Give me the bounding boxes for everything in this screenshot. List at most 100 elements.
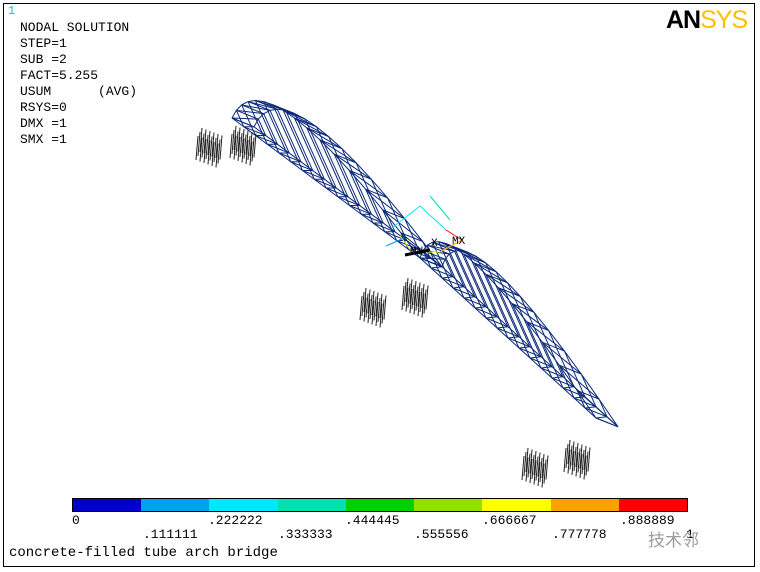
legend-top-label: .222222: [208, 513, 263, 528]
hotspot-edge: [419, 205, 447, 231]
legend-segment: [414, 499, 483, 511]
support-arrow: [545, 455, 549, 480]
legend-bottom-label: .333333: [278, 527, 333, 542]
deck-member: [463, 297, 476, 309]
arch-rib: [241, 101, 249, 106]
support-arrow: [229, 133, 233, 159]
support-arrow: [415, 286, 419, 311]
support-arrow: [247, 135, 251, 161]
deck-member: [507, 337, 520, 349]
deck-diagonal: [518, 346, 531, 349]
support-arrow: [365, 293, 369, 318]
legend-segment: [618, 499, 687, 511]
arch-bridge-mesh: [231, 100, 619, 428]
legend-segment: [277, 499, 346, 511]
support-arrow: [205, 134, 209, 160]
support-arrow: [403, 281, 407, 307]
legend-segment: [482, 499, 551, 511]
deck-diagonal: [573, 396, 586, 399]
watermark: 技术邻: [648, 531, 699, 551]
diagonal-brace: [576, 390, 619, 428]
support-arrow: [535, 456, 539, 481]
deck-diagonal: [452, 286, 465, 289]
deck-diagonal: [584, 406, 597, 409]
support-arrow: [407, 283, 411, 308]
support-arrow: [419, 287, 423, 313]
support-arrow: [563, 447, 567, 473]
deck-member: [529, 357, 542, 369]
support-arrow: [587, 447, 591, 472]
deck-member: [419, 257, 432, 269]
support-arrow: [569, 445, 573, 470]
deck-member: [430, 267, 443, 279]
support-arrow: [531, 454, 535, 480]
legend-segment: [73, 499, 142, 511]
legend-top-label: .444445: [345, 513, 400, 528]
legend-segment: [345, 499, 415, 511]
support-arrow: [383, 295, 387, 320]
deck-member: [540, 367, 553, 379]
deck-member: [562, 387, 575, 399]
diagonal-brace: [306, 127, 343, 150]
deck-member: [551, 377, 564, 389]
arch-rib: [231, 110, 237, 119]
support-arrow: [377, 297, 381, 323]
support-arrow: [251, 137, 255, 162]
support-arrow: [201, 133, 205, 158]
legend-segment: [141, 499, 210, 511]
legend-top-label: 0: [72, 513, 80, 528]
support-arrow: [243, 134, 247, 159]
legend-bottom-label: .777778: [552, 527, 607, 542]
support-arrow: [425, 285, 429, 310]
support-arrow: [213, 137, 217, 163]
legend-bottom-label: .555556: [414, 527, 469, 542]
deck-member: [518, 347, 531, 359]
support-arrow: [253, 133, 257, 158]
arch-rib: [236, 104, 243, 111]
mx-marker: MX: [452, 236, 466, 248]
support-arrow: [539, 457, 543, 483]
support-arrow: [369, 294, 373, 320]
bridge-model-view[interactable]: MX MN X: [0, 0, 760, 572]
support-arrow: [381, 299, 385, 324]
support-arrow: [577, 448, 581, 473]
deck-member: [496, 327, 509, 339]
axis-x-label: X: [431, 238, 438, 250]
support-arrow: [565, 443, 569, 469]
contour-legend-bar: [72, 498, 688, 512]
support-arrow: [527, 453, 531, 478]
support-arrow: [235, 131, 239, 156]
legend-top-label: .666667: [482, 513, 537, 528]
deck-member: [441, 277, 454, 289]
support-arrow: [401, 285, 405, 311]
deck-diagonal: [485, 316, 498, 319]
support-arrow: [521, 455, 525, 481]
support-arrow: [361, 291, 365, 317]
deck-diagonal: [540, 366, 553, 369]
support-arrow: [411, 284, 415, 310]
deck-diagonal: [474, 306, 487, 309]
deck-diagonal: [529, 356, 542, 359]
deck-member: [474, 307, 487, 319]
support-arrow: [423, 289, 427, 314]
deck-diagonal: [496, 326, 509, 329]
plot-title: concrete-filled tube arch bridge: [9, 545, 278, 561]
diagonal-brace: [231, 117, 259, 120]
deck-member: [452, 287, 465, 299]
support-arrow: [543, 459, 547, 484]
deck-diagonal: [551, 376, 564, 379]
deck-diagonal: [463, 296, 476, 299]
support-arrow: [523, 451, 527, 477]
graphics-window[interactable]: 1 NODAL SOLUTION STEP=1 SUB =2 FACT=5.25…: [0, 0, 760, 572]
support-arrow: [231, 129, 235, 155]
support-constraints: [195, 125, 591, 488]
support-arrow: [359, 295, 363, 321]
support-arrow: [585, 451, 589, 476]
support-arrow: [239, 132, 243, 158]
support-arrow: [573, 446, 577, 472]
support-arrow: [217, 139, 221, 164]
support-arrow: [209, 136, 213, 161]
support-arrow: [219, 135, 223, 160]
hotspot-edge: [429, 195, 451, 221]
legend-segment: [209, 499, 278, 511]
